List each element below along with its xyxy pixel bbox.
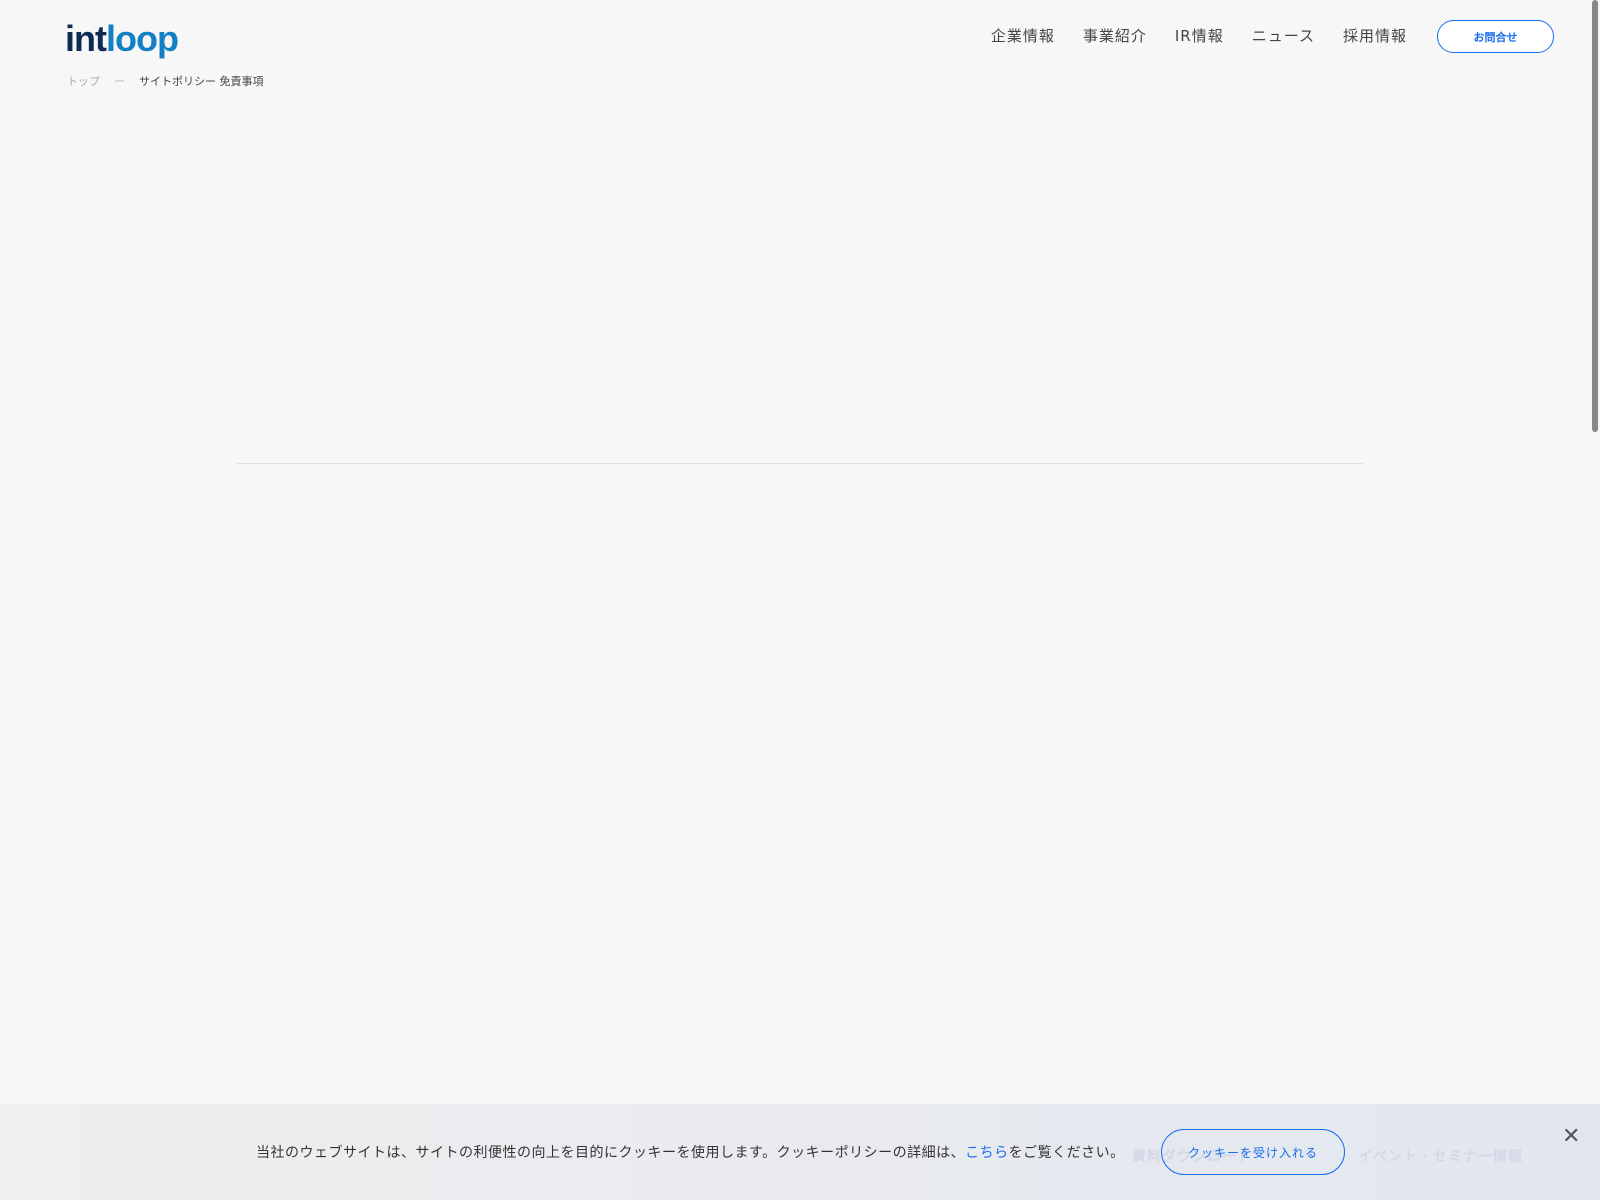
nav-news[interactable]: ニュース — [1252, 25, 1315, 46]
divider — [237, 463, 1363, 464]
events-link: イベント・セミナー情報 — [1358, 1146, 1523, 1166]
nav-recruit[interactable]: 採用情報 — [1343, 25, 1407, 46]
cookie-text: をご覧ください。 — [1009, 1145, 1125, 1161]
cookie-banner: 資料ダウンロード イベント・セミナー情報 当社のウェブサイトは、サイトの利便性の… — [0, 1104, 1600, 1200]
logo-text: int — [65, 18, 106, 59]
close-icon[interactable]: ✕ — [1562, 1124, 1580, 1149]
accept-cookies-button[interactable]: クッキーを受け入れる — [1161, 1129, 1345, 1175]
logo[interactable]: intloop — [65, 18, 178, 60]
nav-business[interactable]: 事業紹介 — [1083, 25, 1147, 46]
breadcrumb-top[interactable]: トップ — [67, 73, 100, 89]
breadcrumb: トップ ー サイトポリシー 免責事項 — [67, 73, 264, 89]
contact-button[interactable]: お問合せ — [1437, 20, 1554, 53]
nav-ir[interactable]: IR情報 — [1175, 25, 1224, 46]
scrollbar[interactable] — [1592, 0, 1598, 432]
cookie-text: 当社のウェブサイトは、サイトの利便性の向上を目的にクッキーを使用します。クッキー… — [256, 1145, 965, 1161]
nav-company[interactable]: 企業情報 — [991, 25, 1055, 46]
cookie-message: 当社のウェブサイトは、サイトの利便性の向上を目的にクッキーを使用します。クッキー… — [256, 1142, 1125, 1162]
cookie-policy-link[interactable]: こちら — [965, 1145, 1009, 1161]
main-nav: 企業情報 事業紹介 IR情報 ニュース 採用情報 — [991, 25, 1407, 46]
logo-text: loop — [106, 18, 178, 59]
breadcrumb-current: サイトポリシー 免責事項 — [139, 73, 264, 89]
breadcrumb-separator: ー — [114, 73, 125, 89]
